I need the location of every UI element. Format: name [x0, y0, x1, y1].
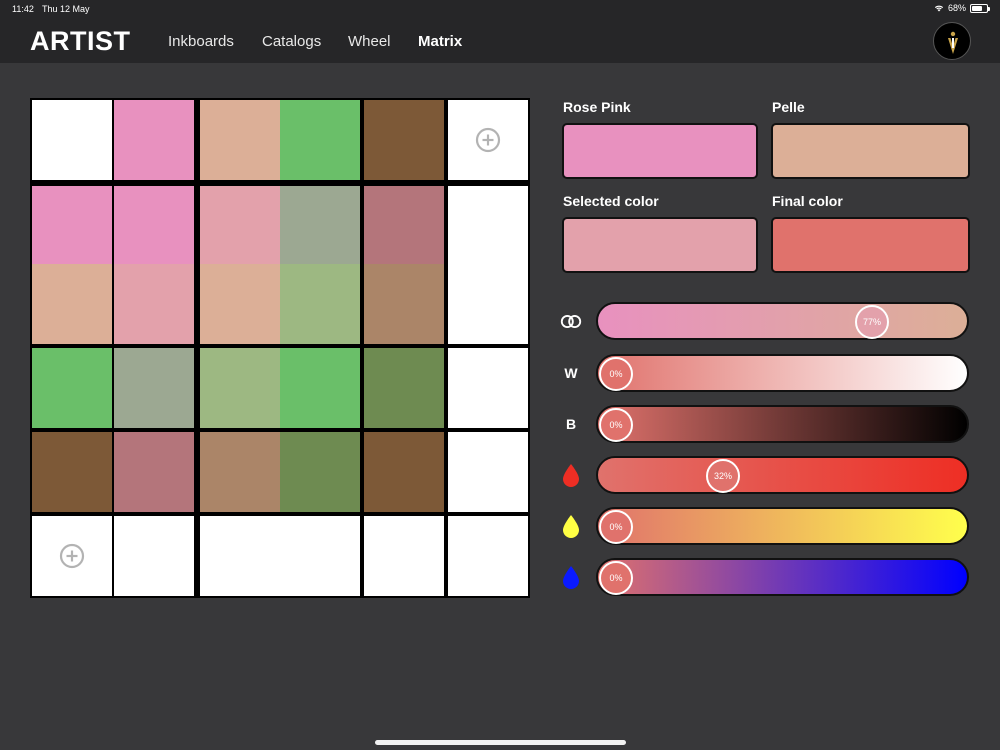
- final-color-label: Final color: [772, 193, 843, 209]
- matrix-cell[interactable]: [114, 348, 194, 428]
- color-matrix-grid: [30, 98, 530, 598]
- battery-icon: [970, 3, 990, 13]
- tab-wheel[interactable]: Wheel: [348, 33, 391, 50]
- selected-color-label: Selected color: [563, 193, 659, 209]
- wifi-icon: [934, 5, 944, 12]
- matrix-cell[interactable]: [280, 186, 360, 266]
- home-indicator[interactable]: [375, 740, 626, 745]
- matrix-cell[interactable]: [448, 264, 528, 344]
- matrix-cell[interactable]: [200, 432, 280, 512]
- status-date: Thu 12 May: [42, 4, 90, 14]
- matrix-cell[interactable]: [280, 348, 360, 428]
- matrix-cell[interactable]: [200, 186, 280, 266]
- matrix-cell[interactable]: [448, 186, 528, 266]
- red-slider-thumb[interactable]: 32%: [706, 459, 740, 493]
- matrix-cell[interactable]: [114, 432, 194, 512]
- status-right: 68%: [934, 3, 990, 13]
- color-b-swatch[interactable]: [771, 123, 970, 179]
- blue-slider-track[interactable]: 0%: [596, 558, 969, 596]
- matrix-cell[interactable]: [448, 432, 528, 512]
- plus-circle-icon: [59, 543, 85, 569]
- matrix-cell[interactable]: [32, 100, 112, 180]
- matrix-cell[interactable]: [364, 432, 444, 512]
- black-slider-track[interactable]: 0%: [596, 405, 969, 443]
- yellow-slider-track[interactable]: 0%: [596, 507, 969, 545]
- matrix-cell[interactable]: [114, 186, 194, 266]
- color-b-label: Pelle: [772, 99, 805, 115]
- white-slider-label: W: [564, 365, 578, 381]
- app-logo: ARTIST: [30, 26, 131, 56]
- matrix-cell[interactable]: [32, 432, 112, 512]
- mix-slider-icon: [558, 308, 584, 334]
- color-a-label: Rose Pink: [563, 99, 631, 115]
- color-a-swatch[interactable]: [562, 123, 758, 179]
- matrix-cell[interactable]: [364, 264, 444, 344]
- matrix-cell[interactable]: [280, 432, 360, 512]
- mix-slider-track[interactable]: 77%: [596, 302, 969, 340]
- overlapping-rings-icon: [560, 314, 582, 328]
- matrix-cell[interactable]: [114, 100, 194, 180]
- final-color-swatch[interactable]: [771, 217, 970, 273]
- matrix-cell[interactable]: [200, 348, 280, 428]
- add-column-button[interactable]: [448, 100, 528, 180]
- matrix-cell[interactable]: [114, 264, 194, 344]
- matrix-cell[interactable]: [114, 516, 194, 596]
- status-bar: 11:42 Thu 12 May 68%: [0, 0, 1000, 18]
- matrix-cell[interactable]: [448, 516, 528, 596]
- yellow-slider-thumb[interactable]: 0%: [599, 510, 633, 544]
- matrix-cell[interactable]: [364, 100, 444, 180]
- matrix-cell[interactable]: [32, 348, 112, 428]
- red-drop-icon: [563, 464, 579, 487]
- tab-catalogs[interactable]: Catalogs: [262, 33, 321, 50]
- black-slider-thumb[interactable]: 0%: [599, 408, 633, 442]
- matrix-cell[interactable]: [200, 100, 280, 180]
- matrix-cell[interactable]: [280, 100, 360, 180]
- battery-percent: 68%: [947, 3, 966, 13]
- matrix-cell[interactable]: [32, 264, 112, 344]
- profile-monogram-icon: [948, 31, 958, 54]
- matrix-cell[interactable]: [448, 348, 528, 428]
- blue-drop-icon: [563, 566, 579, 589]
- black-slider-label: B: [565, 416, 577, 432]
- profile-button[interactable]: [933, 22, 971, 60]
- white-slider-track[interactable]: 0%: [596, 354, 969, 392]
- yellow-drop-icon: [563, 515, 579, 538]
- mix-slider-thumb[interactable]: 77%: [855, 305, 889, 339]
- blue-slider-icon: [558, 564, 584, 590]
- matrix-cell[interactable]: [280, 264, 360, 344]
- red-slider-track[interactable]: 32%: [596, 456, 969, 494]
- matrix-cell[interactable]: [200, 264, 280, 344]
- selected-color-swatch[interactable]: [562, 217, 758, 273]
- tab-matrix[interactable]: Matrix: [418, 33, 462, 50]
- matrix-cell[interactable]: [364, 186, 444, 266]
- blue-slider-thumb[interactable]: 0%: [599, 561, 633, 595]
- red-slider-icon: [558, 462, 584, 488]
- matrix-cell[interactable]: [280, 516, 360, 596]
- add-row-button[interactable]: [32, 516, 112, 596]
- matrix-cell[interactable]: [32, 186, 112, 266]
- status-time: 11:42: [12, 4, 34, 14]
- white-slider-thumb[interactable]: 0%: [599, 357, 633, 391]
- navigation-bar: ARTIST Inkboards Catalogs Wheel Matrix: [0, 18, 1000, 63]
- matrix-cell[interactable]: [364, 516, 444, 596]
- plus-circle-icon: [475, 127, 501, 153]
- matrix-cell[interactable]: [364, 348, 444, 428]
- tab-inkboards[interactable]: Inkboards: [168, 33, 234, 50]
- matrix-cell[interactable]: [200, 516, 280, 596]
- yellow-slider-icon: [558, 513, 584, 539]
